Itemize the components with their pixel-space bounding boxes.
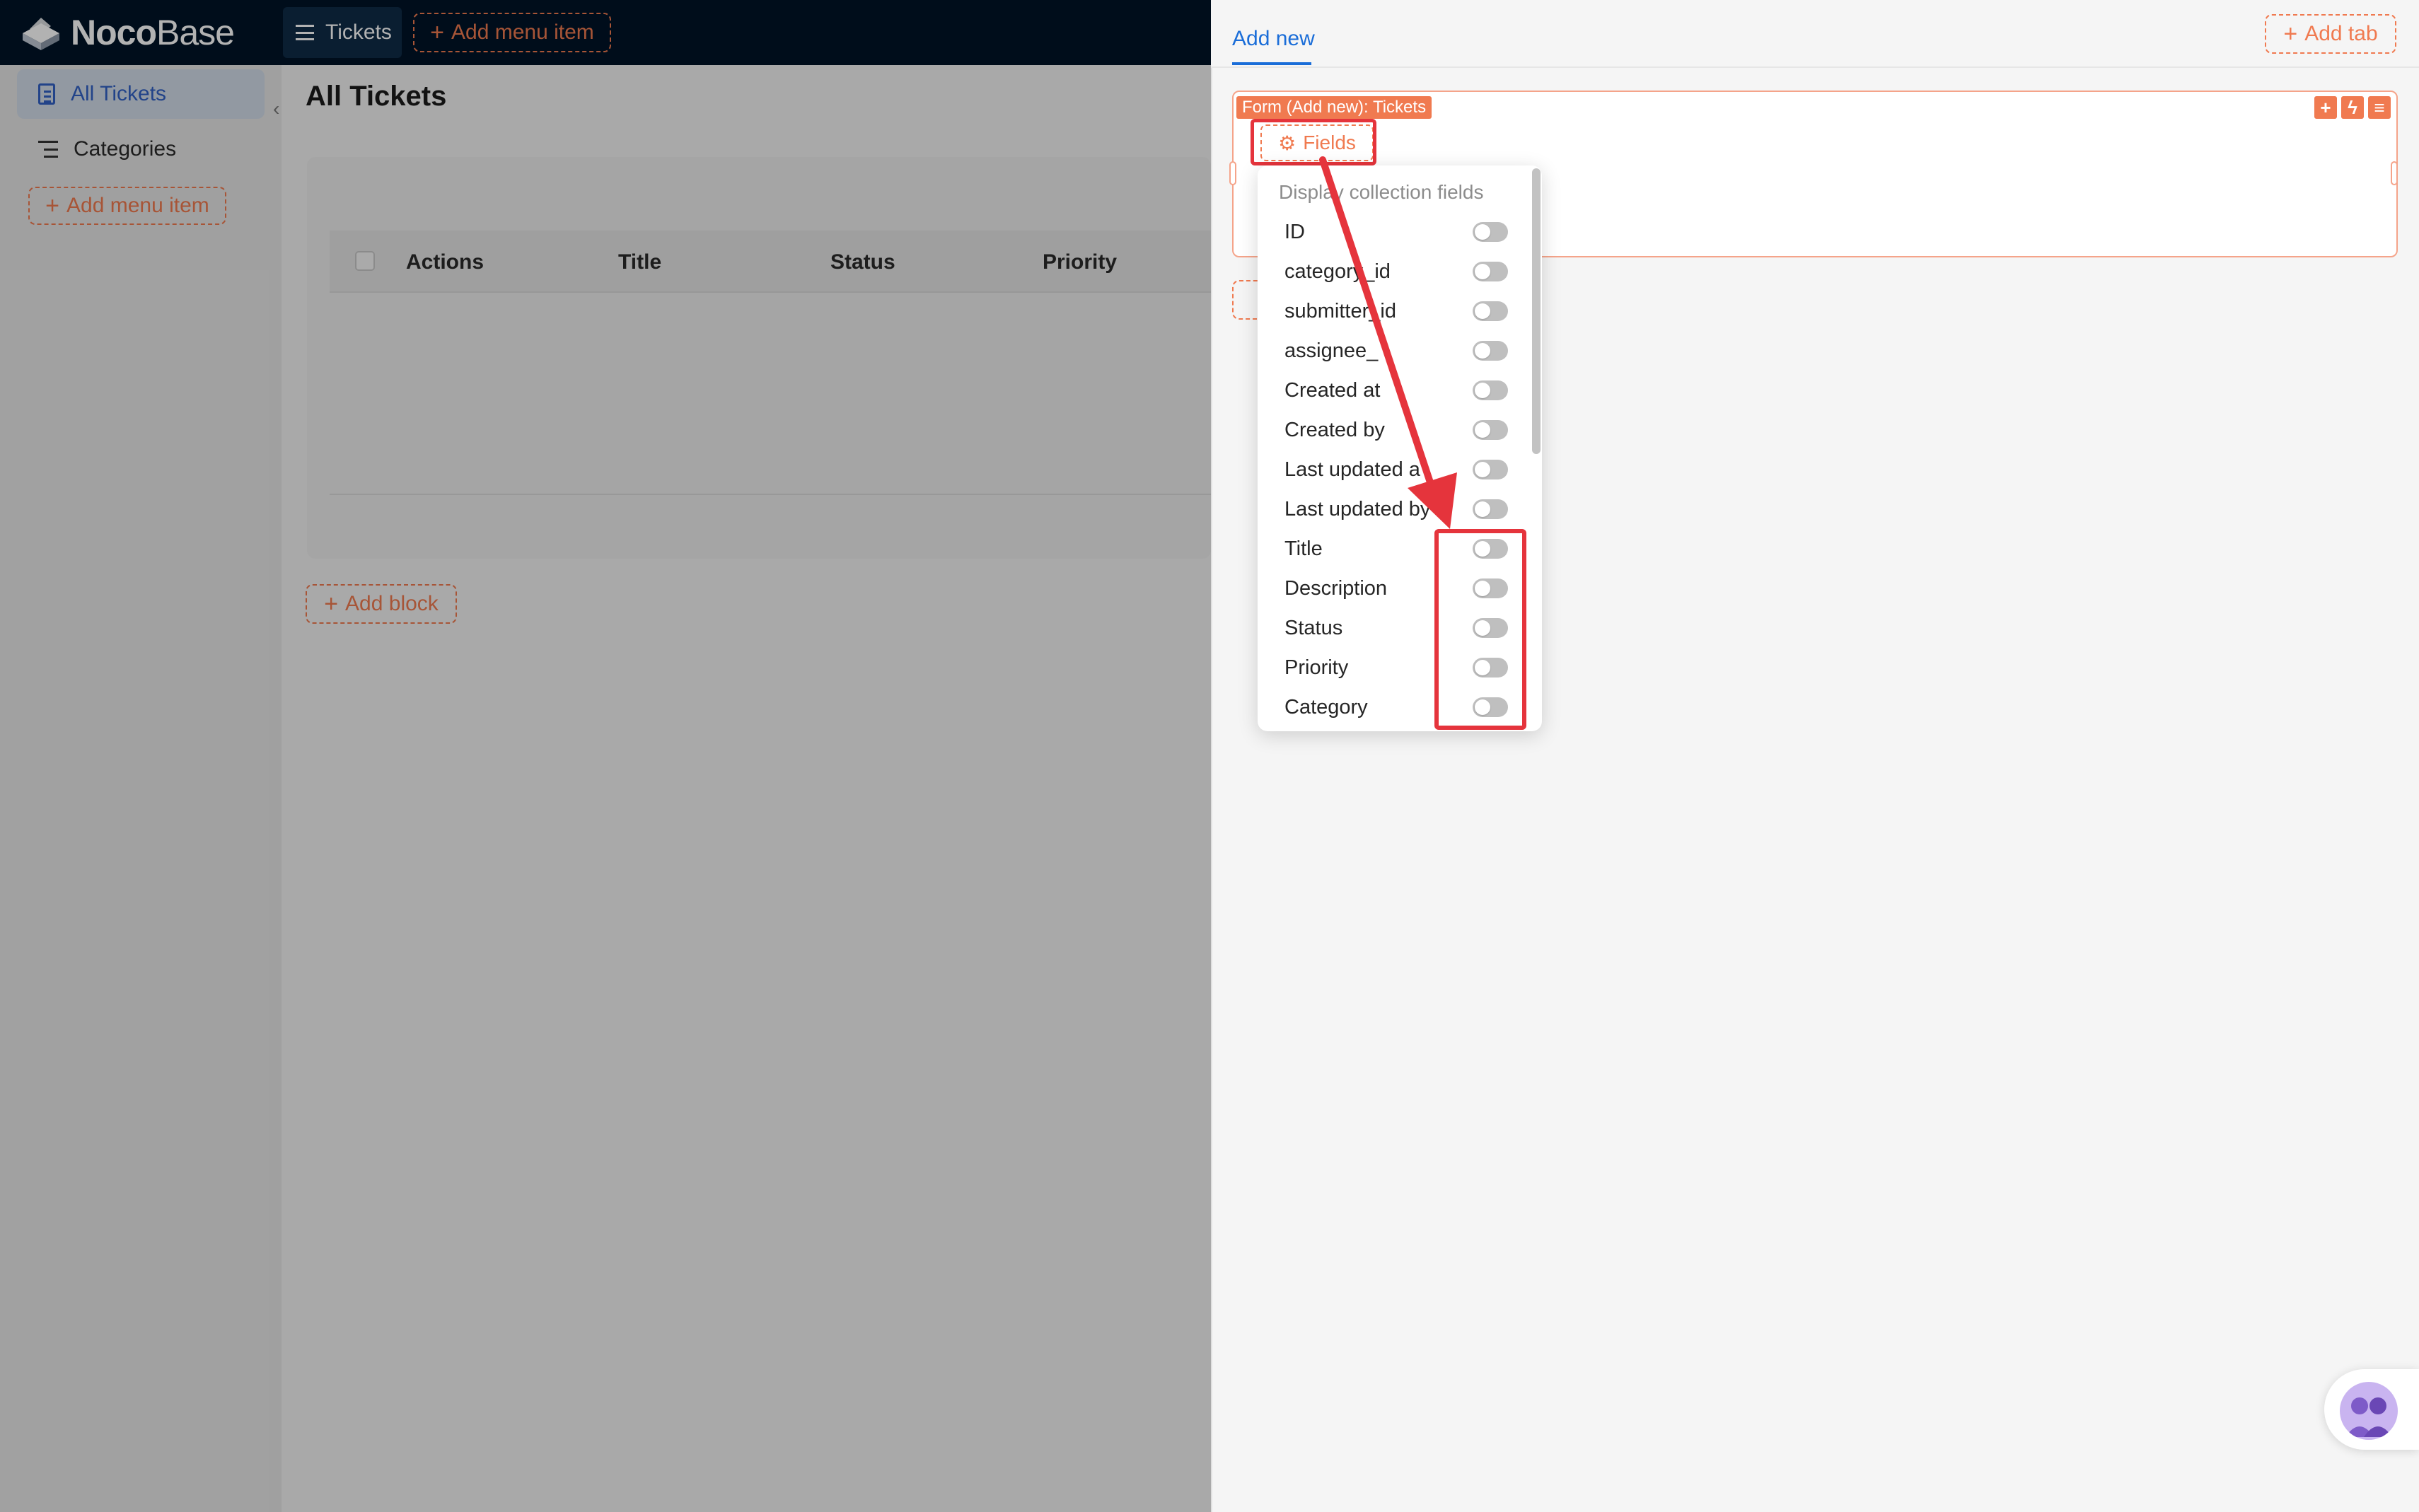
dropdown-field-label: Last updated a [1284,458,1420,481]
dropdown-field-label: Description [1284,576,1388,600]
add-tab-label: Add tab [2304,22,2378,45]
toggles-highlight-box [1434,529,1526,730]
dropdown-field-label: Created by [1284,418,1385,441]
field-toggle-switch[interactable] [1473,301,1508,321]
dropdown-field-label: Last updated by [1284,497,1431,521]
menu-icon[interactable]: ≡ [2368,96,2391,119]
dropdown-field-row[interactable]: Created by [1284,410,1508,450]
field-toggle-switch[interactable] [1473,222,1508,242]
field-toggle-switch[interactable] [1473,341,1508,361]
tab-add-new[interactable]: Add new [1232,27,1315,51]
dropdown-field-row[interactable]: Last updated by [1284,489,1508,529]
dropdown-field-row[interactable]: Last updated a [1284,450,1508,489]
field-toggle-switch[interactable] [1473,420,1508,440]
dropdown-field-row[interactable]: ID [1284,212,1508,252]
tab-active-indicator [1232,62,1311,65]
field-toggle-switch[interactable] [1473,380,1508,400]
add-tab-button[interactable]: + Add tab [2265,14,2396,54]
drawer-tabbar [1211,0,2419,68]
add-block-button-partial[interactable] [1232,280,1260,320]
dropdown-field-label: Created at [1284,378,1381,402]
drag-icon[interactable]: + [2314,96,2337,119]
plus-icon: + [2283,21,2298,47]
dropdown-field-label: Priority [1284,656,1349,679]
form-block-title: Form (Add new): Tickets [1236,96,1432,119]
dropdown-field-row[interactable]: assignee_ [1284,331,1508,371]
team-avatar-icon [2345,1397,2392,1437]
dropdown-field-row[interactable]: submitter_id [1284,291,1508,331]
lightning-icon[interactable]: ϟ [2341,96,2364,119]
dropdown-field-label: Category [1284,695,1368,719]
resize-handle-left[interactable] [1229,161,1236,185]
dropdown-field-label: assignee_ [1284,339,1379,362]
dropdown-field-label: submitter_id [1284,299,1396,322]
dropdown-field-label: Title [1284,537,1323,560]
block-toolbar: + ϟ ≡ [2314,96,2391,119]
fields-highlight-box [1251,119,1376,165]
drawer-mask[interactable] [0,0,1211,1512]
dropdown-scrollbar[interactable] [1532,168,1541,454]
dropdown-field-label: Status [1284,616,1343,639]
dropdown-field-row[interactable]: Created at [1284,371,1508,410]
field-toggle-switch[interactable] [1473,460,1508,479]
dropdown-field-row[interactable]: category_id [1284,252,1508,291]
dropdown-group-title: Display collection fields [1279,181,1484,203]
avatar [2340,1382,2398,1440]
dropdown-field-label: category_id [1284,260,1391,283]
field-toggle-switch[interactable] [1473,499,1508,519]
resize-handle-right[interactable] [2391,161,2398,185]
dropdown-field-label: ID [1284,220,1305,243]
field-toggle-switch[interactable] [1473,262,1508,281]
